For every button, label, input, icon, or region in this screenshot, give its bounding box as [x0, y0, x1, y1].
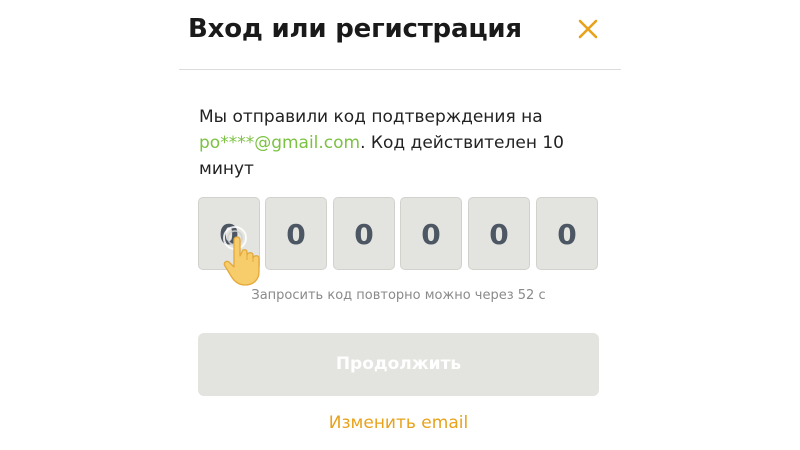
message-prefix: Мы отправили код подтверждения на: [199, 107, 543, 127]
code-digit-3[interactable]: 0: [333, 197, 395, 270]
close-button[interactable]: [574, 15, 602, 43]
masked-email: po****@gmail.com: [199, 133, 361, 153]
code-digit-6[interactable]: 0: [536, 197, 598, 270]
code-digit-5[interactable]: 0: [468, 197, 530, 270]
close-icon: [578, 19, 598, 39]
resend-timer: Запросить код повторно можно через 52 с: [251, 288, 546, 303]
code-digit-4[interactable]: 0: [400, 197, 462, 270]
confirmation-message: Мы отправили код подтверждения на po****…: [199, 104, 609, 182]
change-email-link[interactable]: Изменить email: [198, 413, 599, 433]
continue-button[interactable]: Продолжить: [198, 333, 599, 396]
code-digit-2[interactable]: 0: [265, 197, 327, 270]
auth-modal: Вход или регистрация Мы отправили код по…: [0, 0, 800, 450]
modal-title: Вход или регистрация: [188, 14, 522, 44]
header-divider: [179, 69, 621, 70]
code-digit-1[interactable]: 0: [198, 197, 260, 270]
